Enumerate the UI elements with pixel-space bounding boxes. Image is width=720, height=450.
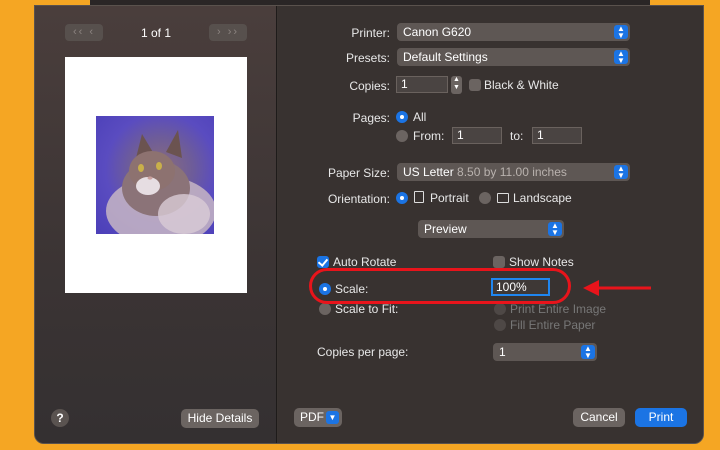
next-page-button[interactable]: › ›› (209, 24, 247, 41)
page-preview (65, 57, 247, 293)
print-button[interactable]: Print (635, 408, 687, 427)
pdf-label: PDF (300, 410, 324, 424)
presets-label: Presets: (345, 51, 390, 65)
copies-per-page-value: 1 (499, 345, 506, 359)
presets-value: Default Settings (403, 50, 488, 64)
fill-entire-paper-label: Fill Entire Paper (510, 318, 596, 332)
preview-pane: ‹‹ ‹ 1 of 1 › ›› ? Hide Details (35, 6, 277, 443)
orientation-label: Orientation: (327, 192, 390, 206)
print-entire-image-label: Print Entire Image (510, 302, 607, 316)
pages-from-radio[interactable] (396, 130, 408, 142)
printer-popup[interactable]: Canon G620 ▲ ▼ (397, 23, 630, 41)
auto-rotate-checkbox[interactable] (317, 256, 329, 268)
black-white-checkbox[interactable] (469, 79, 481, 91)
black-white-label: Black & White (484, 78, 559, 92)
print-dialog: ‹‹ ‹ 1 of 1 › ›› ? Hide Details (34, 5, 704, 444)
copies-label: Copies: (349, 79, 390, 93)
cat-photo-thumbnail (96, 116, 214, 234)
popup-arrows-icon: ▲ ▼ (548, 222, 562, 237)
copies-stepper[interactable]: ▲ ▼ (451, 76, 462, 94)
fill-entire-paper-radio[interactable] (494, 319, 506, 331)
auto-rotate-label: Auto Rotate (333, 255, 397, 269)
hide-details-button[interactable]: Hide Details (181, 409, 259, 428)
copies-per-page-label: Copies per page: (317, 345, 409, 359)
portrait-radio[interactable] (396, 192, 408, 204)
pages-to-field[interactable]: 1 (532, 127, 582, 144)
paper-size-value: US Letter (403, 165, 454, 179)
copies-field[interactable]: 1 (396, 76, 448, 93)
paper-size-popup[interactable]: US Letter 8.50 by 11.00 inches ▲ ▼ (397, 163, 630, 181)
popup-arrows-icon: ▲ ▼ (614, 25, 628, 40)
portrait-icon (414, 191, 424, 203)
popup-arrows-icon: ▲ ▼ (581, 345, 595, 360)
pages-label: Pages: (352, 111, 390, 125)
landscape-radio[interactable] (479, 192, 491, 204)
pdf-menu-button[interactable]: PDF ▼ (294, 408, 342, 427)
help-button[interactable]: ? (51, 409, 69, 427)
print-entire-image-radio[interactable] (494, 303, 506, 315)
printer-value: Canon G620 (403, 25, 472, 39)
pages-all-radio[interactable] (396, 111, 408, 123)
printer-label: Printer: (351, 26, 390, 40)
annotation-arrow-icon (583, 280, 651, 296)
annotation-highlight-ring (309, 268, 571, 304)
scale-to-fit-radio[interactable] (319, 303, 331, 315)
popup-arrows-icon: ▲ ▼ (614, 50, 628, 65)
portrait-label: Portrait (430, 191, 469, 205)
pages-to-label: to: (510, 129, 524, 143)
landscape-label: Landscape (513, 191, 572, 205)
chevron-down-icon: ▼ (326, 411, 339, 424)
paper-size-label: Paper Size: (327, 166, 390, 180)
show-notes-label: Show Notes (509, 255, 574, 269)
presets-popup[interactable]: Default Settings ▲ ▼ (397, 48, 630, 66)
landscape-icon (497, 193, 509, 203)
section-popup-value: Preview (424, 222, 467, 236)
pages-from-label: From: (413, 129, 445, 143)
section-popup[interactable]: Preview ▲ ▼ (418, 220, 564, 238)
cancel-button[interactable]: Cancel (573, 408, 625, 427)
pages-from-field[interactable]: 1 (452, 127, 502, 144)
scale-to-fit-label: Scale to Fit: (335, 302, 399, 316)
popup-arrows-icon: ▲ ▼ (614, 165, 628, 180)
show-notes-checkbox[interactable] (493, 256, 505, 268)
paper-size-detail: 8.50 by 11.00 inches (457, 165, 567, 179)
pages-all-label: All (413, 110, 427, 124)
copies-per-page-popup[interactable]: 1 ▲ ▼ (493, 343, 597, 361)
